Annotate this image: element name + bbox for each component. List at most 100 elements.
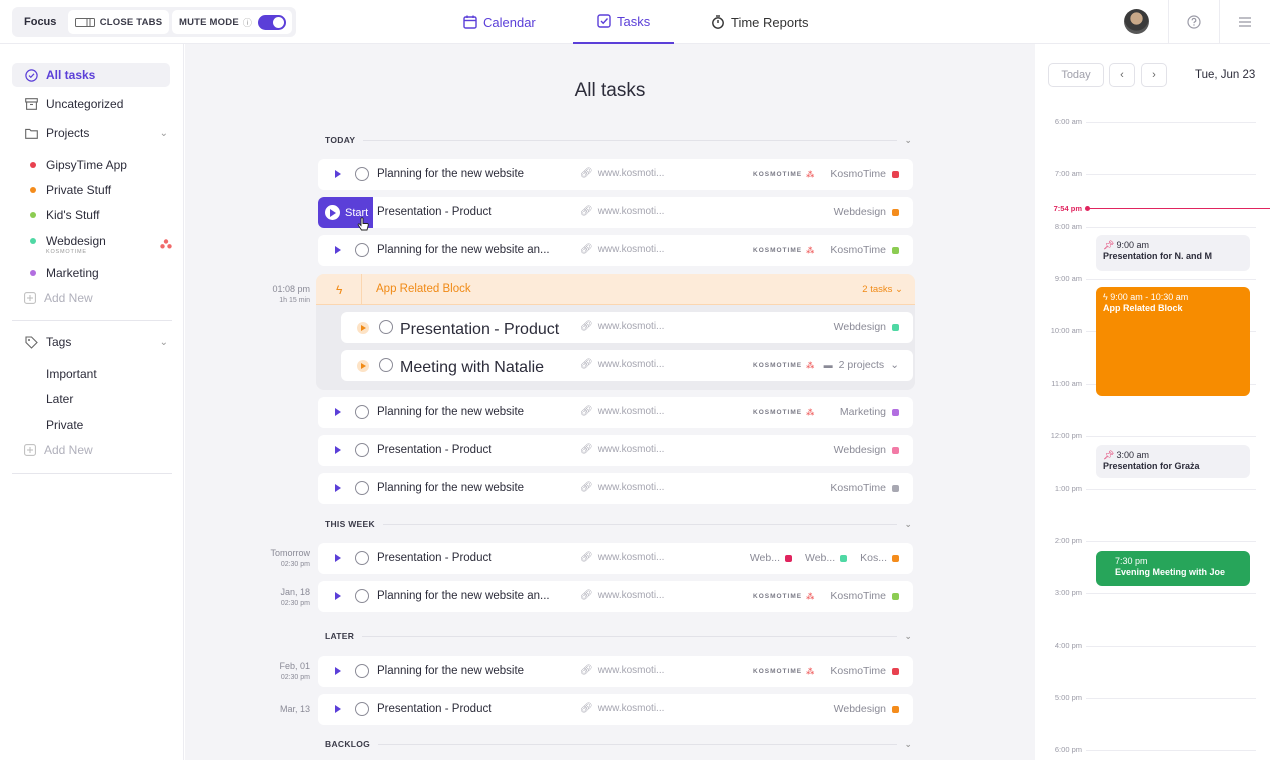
complete-checkbox[interactable] xyxy=(355,243,369,257)
play-icon[interactable] xyxy=(357,360,369,372)
chevron-down-icon[interactable]: ⌄ xyxy=(905,519,912,530)
tab-calendar[interactable]: Calendar xyxy=(463,0,536,44)
link-icon: 🔗︎ xyxy=(580,703,593,714)
project-tag[interactable]: ▬ 2 projects ⌄ xyxy=(824,359,899,371)
complete-checkbox[interactable] xyxy=(355,167,369,181)
complete-checkbox[interactable] xyxy=(355,481,369,495)
sidebar-item-all-tasks[interactable]: All tasks xyxy=(12,63,170,87)
task-link[interactable]: 🔗︎ www.kosmoti... xyxy=(580,703,664,714)
project-item[interactable]: Marketing xyxy=(30,266,99,280)
menu-icon[interactable] xyxy=(1235,12,1255,32)
play-icon[interactable] xyxy=(335,246,341,254)
play-icon[interactable] xyxy=(335,170,341,178)
block-task-count[interactable]: 2 tasks ⌄ xyxy=(862,284,903,295)
task-link[interactable]: 🔗︎ www.kosmoti... xyxy=(580,244,664,255)
task-link[interactable]: 🔗︎ www.kosmoti... xyxy=(580,590,664,601)
task-row[interactable]: Planning for the new website an... 🔗︎ www… xyxy=(318,235,913,266)
hour-label: 9:00 am xyxy=(1054,274,1082,283)
tag-item[interactable]: Private xyxy=(46,418,83,432)
mute-mode-toggle[interactable] xyxy=(258,15,286,30)
integration-badge: KOSMOTIME ⁂ xyxy=(753,667,815,676)
task-row[interactable]: Planning for the new website 🔗︎ www.kosmo… xyxy=(318,397,913,428)
complete-checkbox[interactable] xyxy=(355,589,369,603)
link-text: www.kosmoti... xyxy=(597,552,665,563)
calendar-event[interactable]: 📌︎ 9:00 am Presentation for N. and M xyxy=(1096,235,1250,271)
calendar-event[interactable]: 📌︎ 3:00 am Presentation for Graża xyxy=(1096,445,1250,478)
project-item[interactable]: GipsyTime App xyxy=(30,158,127,172)
project-item[interactable]: Webdesign xyxy=(30,234,106,248)
task-row[interactable]: Presentation - Product 🔗︎ www.kosmoti... … xyxy=(318,435,913,466)
next-day-button[interactable]: › xyxy=(1141,63,1167,87)
task-link[interactable]: 🔗︎ www.kosmoti... xyxy=(580,168,664,179)
chevron-down-icon[interactable]: ⌄ xyxy=(160,337,168,348)
task-row[interactable]: Planning for the new website an... 🔗︎ www… xyxy=(318,581,913,612)
complete-checkbox[interactable] xyxy=(355,443,369,457)
chevron-down-icon[interactable]: ⌄ xyxy=(160,128,168,139)
project-tag: KosmoTime xyxy=(830,590,899,602)
add-tag-button[interactable]: Add New xyxy=(24,443,93,457)
play-icon[interactable] xyxy=(357,322,369,334)
task-link[interactable]: 🔗︎ www.kosmoti... xyxy=(580,206,664,217)
play-icon[interactable] xyxy=(335,667,341,675)
block-task-row[interactable]: Presentation - Product 🔗︎ www.kosmoti... … xyxy=(341,312,913,343)
time-block[interactable]: ϟ App Related Block 2 tasks ⌄ Presentati… xyxy=(316,274,915,390)
task-row[interactable]: Presentation - Product 🔗︎ www.kosmoti... … xyxy=(318,694,913,725)
calendar-event[interactable]: 7:30 pm Evening Meeting with Joe xyxy=(1096,551,1250,586)
today-button[interactable]: Today xyxy=(1048,63,1104,87)
play-icon[interactable] xyxy=(335,705,341,713)
mute-mode: MUTE MODE ⓘ xyxy=(172,10,292,34)
sidebar-item-tags[interactable]: Tags ⌄ xyxy=(12,330,170,354)
project-item[interactable]: Kid's Stuff xyxy=(30,208,99,222)
tag-item[interactable]: Important xyxy=(46,367,97,381)
info-icon[interactable]: ⓘ xyxy=(243,16,252,29)
task-row[interactable]: Planning for the new website 🔗︎ www.kosmo… xyxy=(318,656,913,687)
task-row[interactable]: Planning for the new website 🔗︎ www.kosmo… xyxy=(318,159,913,190)
link-text: www.kosmoti... xyxy=(597,703,665,714)
chevron-down-icon[interactable]: ⌄ xyxy=(905,135,912,146)
complete-checkbox[interactable] xyxy=(355,551,369,565)
task-row[interactable]: Planning for the new website 🔗︎ www.kosmo… xyxy=(318,473,913,504)
complete-checkbox[interactable] xyxy=(355,405,369,419)
project-tag-label: Kos... xyxy=(860,552,887,564)
tab-tasks[interactable]: Tasks xyxy=(573,0,674,44)
task-link[interactable]: 🔗︎ www.kosmoti... xyxy=(580,444,664,455)
task-link[interactable]: 🔗︎ www.kosmoti... xyxy=(580,359,664,370)
tag-item[interactable]: Later xyxy=(46,392,73,406)
play-icon[interactable] xyxy=(335,592,341,600)
chevron-down-icon[interactable]: ⌄ xyxy=(905,739,912,750)
time-block-header[interactable]: ϟ App Related Block 2 tasks ⌄ xyxy=(316,274,915,305)
chevron-down-icon[interactable]: ⌄ xyxy=(905,631,912,642)
play-icon[interactable] xyxy=(335,408,341,416)
task-link[interactable]: 🔗︎ www.kosmoti... xyxy=(580,552,664,563)
project-item[interactable]: Private Stuff xyxy=(30,183,111,197)
help-icon[interactable] xyxy=(1184,12,1204,32)
link-text: www.kosmoti... xyxy=(597,590,665,601)
play-icon[interactable] xyxy=(335,554,341,562)
tab-time-reports[interactable]: Time Reports xyxy=(711,0,809,44)
avatar[interactable] xyxy=(1124,9,1149,34)
prev-day-button[interactable]: ‹ xyxy=(1109,63,1135,87)
calendar-event-block[interactable]: ϟ 9:00 am - 10:30 am App Related Block xyxy=(1096,287,1250,396)
task-link[interactable]: 🔗︎ www.kosmoti... xyxy=(580,321,664,332)
task-link[interactable]: 🔗︎ www.kosmoti... xyxy=(580,406,664,417)
complete-checkbox[interactable] xyxy=(379,320,393,334)
sidebar-item-uncategorized[interactable]: Uncategorized xyxy=(12,92,170,116)
close-tabs-button[interactable]: CLOSE TABS xyxy=(68,10,169,34)
play-icon[interactable] xyxy=(335,484,341,492)
complete-checkbox[interactable] xyxy=(355,664,369,678)
task-row[interactable]: Presentation - Product 🔗︎ www.kosmoti... … xyxy=(318,543,913,574)
task-link[interactable]: 🔗︎ www.kosmoti... xyxy=(580,665,664,676)
pin-icon: 📌︎ xyxy=(1103,240,1115,250)
task-row[interactable]: Presentation - Product 🔗︎ www.kosmoti... … xyxy=(318,197,913,228)
play-circle-icon xyxy=(325,205,340,220)
focus-label[interactable]: Focus xyxy=(24,16,56,28)
hour-label: 10:00 am xyxy=(1050,326,1082,335)
block-task-row[interactable]: Meeting with Natalie 🔗︎ www.kosmoti... KO… xyxy=(341,350,913,381)
task-link[interactable]: 🔗︎ www.kosmoti... xyxy=(580,482,664,493)
add-project-button[interactable]: Add New xyxy=(24,291,93,305)
task-date: Mar, 13 xyxy=(235,704,310,715)
sidebar-item-projects[interactable]: Projects ⌄ xyxy=(12,121,170,145)
complete-checkbox[interactable] xyxy=(355,702,369,716)
play-icon[interactable] xyxy=(335,446,341,454)
complete-checkbox[interactable] xyxy=(379,358,393,372)
